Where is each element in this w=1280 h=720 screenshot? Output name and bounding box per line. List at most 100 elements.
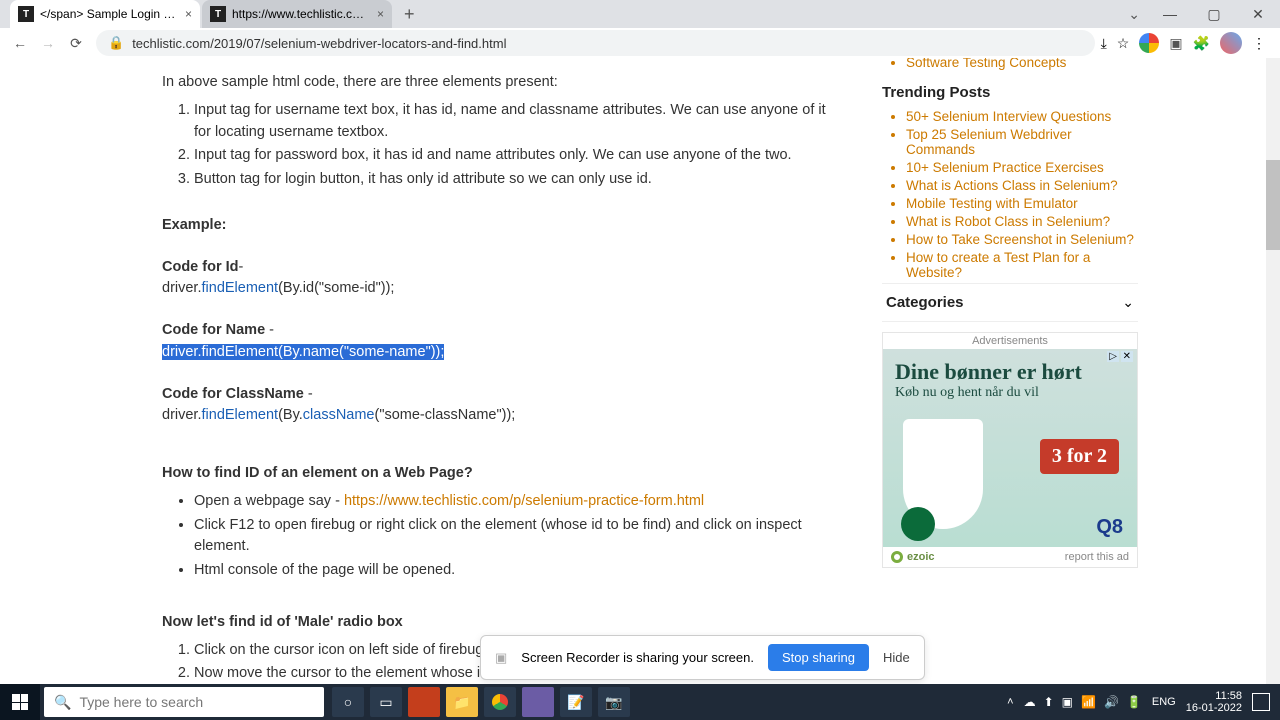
back-button[interactable]: ← [6, 29, 34, 57]
male-heading: Now let's find id of 'Male' radio box [162, 612, 840, 634]
ad-image[interactable]: ▷ ✕ Dine bønner er hørt Køb nu og hent n… [883, 349, 1137, 547]
system-tray: ˄ ☁ ⬆ ▣ 📶 🔊 🔋 ENG 11:58 16-01-2022 [1007, 690, 1280, 714]
window-controls: — ▢ ✕ [1148, 0, 1280, 28]
extension-icon[interactable] [1139, 33, 1159, 53]
sidebar-link[interactable]: Mobile Testing with Emulator [906, 196, 1138, 211]
close-window-button[interactable]: ✕ [1236, 0, 1280, 28]
address-bar: ← → ⟳ 🔒 techlistic.com/2019/07/selenium-… [0, 28, 1280, 58]
sidebar-link[interactable]: How to Take Screenshot in Selenium? [906, 232, 1138, 247]
extensions-button[interactable]: 🧩 [1193, 35, 1210, 52]
code-class-block: Code for ClassName - driver.findElement(… [162, 384, 840, 428]
start-button[interactable] [0, 684, 40, 720]
ezoic-row: ezoic report this ad [883, 547, 1137, 567]
sidebar: Software Testing Concepts Trending Posts… [870, 58, 1150, 684]
list-item: Open a webpage say - https://www.techlis… [194, 491, 840, 513]
extension-icon[interactable]: ▣ [1169, 35, 1182, 52]
tray-icon[interactable]: ⬆ [1044, 695, 1054, 709]
menu-button[interactable]: ⋮ [1252, 35, 1266, 52]
chevron-down-icon: ⌄ [1122, 294, 1134, 311]
windows-logo-icon [12, 694, 28, 710]
volume-icon[interactable]: 🔊 [1104, 695, 1119, 709]
tray-chevron-icon[interactable]: ˄ [1007, 696, 1013, 708]
cortana-icon[interactable]: ○ [332, 687, 364, 717]
tab-favicon: T [210, 6, 226, 22]
app-icon[interactable] [522, 687, 554, 717]
advertisement: Advertisements ▷ ✕ Dine bønner er hørt K… [882, 332, 1138, 568]
sidebar-link[interactable]: How to create a Test Plan for a Website? [906, 250, 1138, 280]
example-heading: Example: [162, 215, 840, 237]
tab-title: </span> Sample Login Page <s [40, 7, 177, 21]
task-view-icon[interactable]: ▭ [370, 687, 402, 717]
tab-active[interactable]: T </span> Sample Login Page <s × [10, 0, 200, 28]
close-icon[interactable]: × [185, 7, 192, 21]
wifi-icon[interactable]: 📶 [1081, 695, 1096, 709]
minimize-button[interactable]: — [1148, 0, 1192, 28]
new-tab-button[interactable]: + [394, 4, 425, 25]
file-explorer-icon[interactable]: 📁 [446, 687, 478, 717]
trending-heading: Trending Posts [882, 84, 1138, 101]
sidebar-link[interactable]: What is Robot Class in Selenium? [906, 214, 1138, 229]
link[interactable]: https://www.techlistic.com/p/selenium-pr… [344, 493, 704, 509]
app-icon[interactable] [408, 687, 440, 717]
toolbar-icons: ⤓ ☆ ▣ 🧩 ⋮ [1101, 32, 1274, 54]
close-icon[interactable]: × [377, 7, 384, 21]
tab-bar: T </span> Sample Login Page <s × T https… [0, 0, 1280, 28]
list-item: Input tag for password box, it has id an… [194, 145, 840, 167]
report-ad-link[interactable]: report this ad [1065, 551, 1129, 563]
ad-info-icon[interactable]: ▷ [1107, 351, 1119, 362]
onedrive-icon[interactable]: ☁ [1024, 695, 1036, 709]
language-indicator[interactable]: ENG [1152, 696, 1176, 708]
list-item: Button tag for login button, it has only… [194, 169, 840, 191]
starbucks-logo [901, 507, 935, 541]
sidebar-link[interactable]: What is Actions Class in Selenium? [906, 178, 1138, 193]
sidebar-link[interactable]: 10+ Selenium Practice Exercises [906, 160, 1138, 175]
chevron-down-icon[interactable]: ⌄ [1128, 6, 1140, 23]
code-id-block: Code for Id- driver.findElement(By.id("s… [162, 257, 840, 301]
clock[interactable]: 11:58 16-01-2022 [1186, 690, 1242, 714]
elements-list: Input tag for username text box, it has … [162, 100, 840, 191]
taskbar-apps: ○ ▭ 📁 📝 📷 [332, 687, 630, 717]
share-icon: ▣ [495, 650, 507, 666]
categories-toggle[interactable]: Categories ⌄ [882, 283, 1138, 322]
camera-icon[interactable]: 📷 [598, 687, 630, 717]
browser-chrome: T </span> Sample Login Page <s × T https… [0, 0, 1280, 58]
taskbar-search[interactable]: 🔍 Type here to search [44, 687, 324, 717]
stop-sharing-button[interactable]: Stop sharing [768, 644, 869, 671]
tab-inactive[interactable]: T https://www.techlistic.com/p/sel × [202, 0, 392, 28]
sidebar-link[interactable]: Software Testing Concepts [906, 58, 1138, 70]
maximize-button[interactable]: ▢ [1192, 0, 1236, 28]
list-item: Html console of the page will be opened. [194, 560, 840, 582]
list-item: Input tag for username text box, it has … [194, 100, 840, 144]
lock-icon: 🔒 [108, 35, 124, 51]
article-main: In above sample html code, there are thr… [0, 58, 870, 684]
url-input[interactable]: 🔒 techlistic.com/2019/07/selenium-webdri… [96, 30, 1095, 56]
ad-badge: 3 for 2 [1040, 439, 1119, 474]
notifications-icon[interactable] [1252, 693, 1270, 711]
scrollbar-track[interactable] [1266, 58, 1280, 684]
bookmark-icon[interactable]: ☆ [1117, 35, 1130, 52]
ad-close-icon[interactable]: ✕ [1121, 351, 1133, 362]
howto-list: Open a webpage say - https://www.techlis… [162, 491, 840, 582]
tray-icon[interactable]: ▣ [1062, 695, 1073, 709]
forward-button[interactable]: → [34, 29, 62, 57]
selected-text: driver.findElement(By.name("some-name"))… [162, 344, 444, 360]
sidebar-link[interactable]: Top 25 Selenium Webdriver Commands [906, 127, 1138, 157]
sidebar-link[interactable]: 50+ Selenium Interview Questions [906, 109, 1138, 124]
chrome-icon[interactable] [484, 687, 516, 717]
tab-title: https://www.techlistic.com/p/sel [232, 7, 369, 21]
ad-headline: Dine bønner er hørt [895, 359, 1125, 385]
ad-subhead: Køb nu og hent når du vil [895, 385, 1125, 401]
tab-favicon: T [18, 6, 34, 22]
profile-avatar[interactable] [1220, 32, 1242, 54]
reload-button[interactable]: ⟳ [62, 29, 90, 57]
intro-text: In above sample html code, there are thr… [162, 72, 840, 94]
hide-button[interactable]: Hide [883, 650, 910, 665]
app-icon[interactable]: 📝 [560, 687, 592, 717]
list-item: Click F12 to open firebug or right click… [194, 515, 840, 559]
install-icon[interactable]: ⤓ [1101, 35, 1107, 52]
battery-icon[interactable]: 🔋 [1127, 695, 1142, 709]
scrollbar-thumb[interactable] [1266, 160, 1280, 250]
trending-list: 50+ Selenium Interview Questions Top 25 … [882, 109, 1138, 280]
ad-label: Advertisements [883, 333, 1137, 349]
ezoic-logo[interactable]: ezoic [891, 551, 935, 563]
